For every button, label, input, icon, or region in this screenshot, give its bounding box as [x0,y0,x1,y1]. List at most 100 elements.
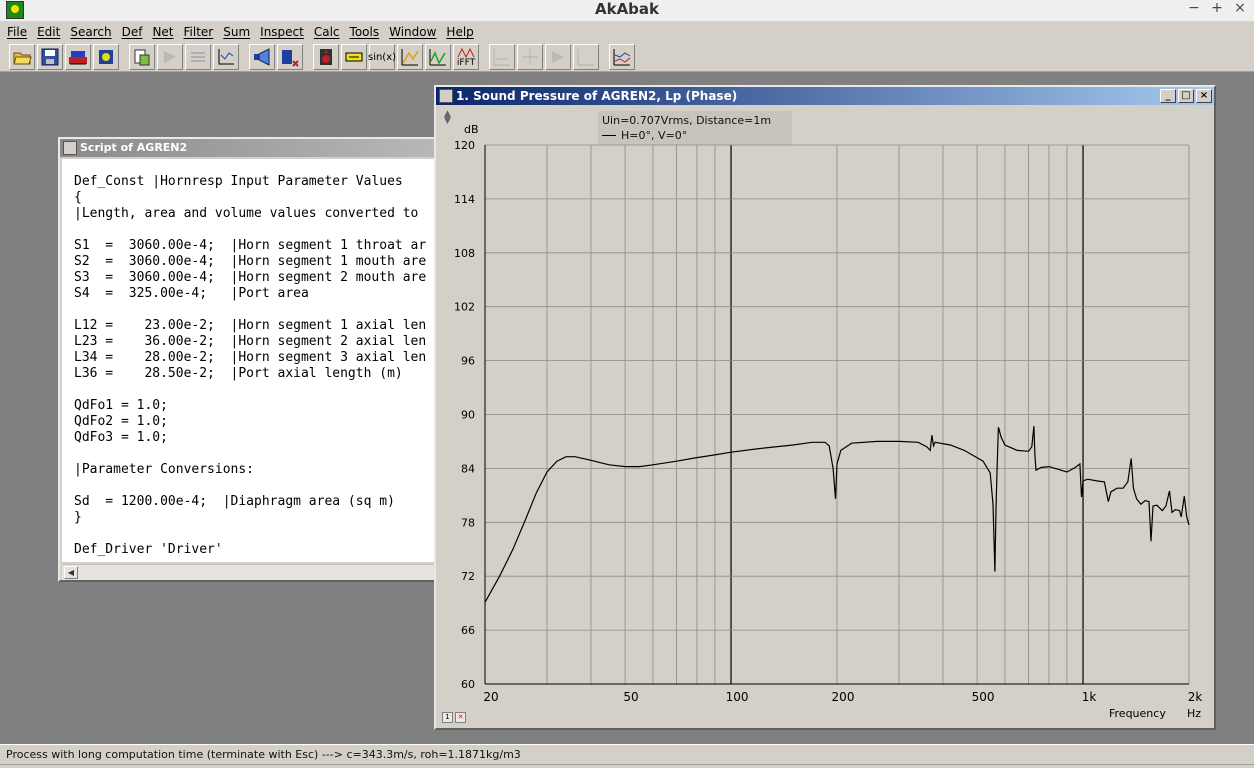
x-tick-label: 200 [832,690,855,704]
sinx-button[interactable]: sin(x) [367,44,397,70]
disabled-tool-4[interactable] [517,44,543,70]
y-tick-label: 78 [461,516,475,529]
app-titlebar: AkAbak − + × [0,0,1254,22]
menu-calc[interactable]: Calc [309,22,345,42]
horizontal-scrollbar[interactable]: ◀ [62,564,436,580]
y-tick-label: 84 [461,462,475,475]
x-tick-label: 500 [972,690,995,704]
y-tick-label: 60 [461,678,475,691]
x-tick-label: 2k [1188,690,1203,704]
plot-close-button[interactable]: × [1196,89,1212,103]
speaker-icon [320,49,332,65]
ifft-icon [457,47,475,58]
script-text[interactable]: Def_Const |Hornresp Input Parameter Valu… [74,174,436,558]
disabled-icon [191,52,205,62]
driver-button[interactable] [93,44,119,70]
status-bar: Process with long computation time (term… [0,744,1254,764]
menu-edit[interactable]: Edit [32,22,65,42]
y-tick-label: 120 [454,139,475,152]
y-tick-label: 96 [461,355,475,368]
x-tick-label: 50 [623,690,638,704]
x-tick-label: 20 [483,690,498,704]
overlay-chart-icon [613,49,631,66]
green-curve-button[interactable] [425,44,451,70]
plot-window-icon [439,89,453,103]
close-button[interactable]: × [1230,0,1250,18]
save-disk-icon [41,48,59,66]
ifft-label: iFFT [456,57,476,68]
plot-option-icon-1[interactable]: 1 [442,712,453,723]
y-tick-label: 114 [454,193,475,206]
disabled-icon [552,51,564,63]
plot-option-icon-2[interactable]: ✕ [455,712,466,723]
menu-window[interactable]: Window [384,22,441,42]
plot-area[interactable]: ▲ ▼ dB Uin=0.707Vrms, Distance=1m H=0°, V… [438,107,1212,726]
x-tick-label: 1k [1082,690,1097,704]
y-tick-label: 66 [461,624,475,637]
scroll-left-icon[interactable]: ◀ [64,566,78,579]
horn-button[interactable] [249,44,275,70]
menu-bar: File Edit Search Def Net Filter Sum Insp… [0,22,1254,42]
menu-sum[interactable]: Sum [218,22,255,42]
maximize-button[interactable]: + [1207,0,1227,18]
y-tick-label: 72 [461,570,475,583]
sinx-icon: sin(x) [367,51,397,63]
copy-script-button[interactable] [129,44,155,70]
axis-button[interactable] [213,44,239,70]
open-folder-icon [13,52,32,65]
port-icon [282,50,299,67]
chart-svg: 120 114 108 102 96 90 84 78 72 66 60 20 50 100 200 500 1… [454,139,1203,704]
menu-net[interactable]: Net [147,22,178,42]
script-window-titlebar[interactable]: Script of AGREN2 [60,139,436,157]
plot-maximize-button[interactable]: □ [1178,89,1194,103]
x-axis-label: Frequency [1109,707,1166,720]
menu-tools[interactable]: Tools [345,22,385,42]
port-button[interactable] [277,44,303,70]
curve-icon [401,49,419,66]
x-axis-unit: Hz [1187,707,1202,720]
curve-button[interactable] [397,44,423,70]
script-window-title: Script of AGREN2 [80,141,188,154]
disabled-tool-6[interactable] [573,44,599,70]
script-window-icon [63,141,77,155]
save-button[interactable] [37,44,63,70]
driver-icon [99,50,113,64]
script-editor[interactable]: Def_Const |Hornresp Input Parameter Valu… [62,159,436,562]
horn-icon [254,48,270,66]
y-tick-label: 90 [461,409,475,422]
menu-inspect[interactable]: Inspect [255,22,309,42]
run-net-icon [69,51,87,65]
script-window[interactable]: Script of AGREN2 Def_Const |Hornresp Inp… [58,137,438,582]
disabled-tool-3[interactable] [489,44,515,70]
plot-minimize-button[interactable]: _ [1160,89,1176,103]
disabled-tool-5[interactable] [545,44,571,70]
axis-icon [218,49,234,65]
menu-filter[interactable]: Filter [179,22,219,42]
disabled-tool-1[interactable] [157,44,183,70]
copy-script-icon [134,49,150,66]
menu-help[interactable]: Help [441,22,478,42]
disabled-icon [164,51,176,63]
disabled-tool-2[interactable] [185,44,211,70]
menu-file[interactable]: File [2,22,32,42]
ifft-button[interactable]: iFFT [453,44,479,70]
x-tick-label: 100 [726,690,749,704]
minimize-button[interactable]: − [1184,0,1204,18]
app-title: AkAbak [594,0,660,18]
y-tick-label: 102 [454,301,475,314]
disabled-icon [577,49,594,66]
open-button[interactable] [9,44,35,70]
filter-icon [345,52,363,62]
y-tick-label: 108 [454,247,475,260]
run-net-button[interactable] [65,44,91,70]
plot-window-titlebar[interactable]: 1. Sound Pressure of AGREN2, Lp (Phase) … [436,87,1214,105]
filter-button[interactable] [341,44,367,70]
menu-def[interactable]: Def [117,22,148,42]
plot-window[interactable]: 1. Sound Pressure of AGREN2, Lp (Phase) … [434,85,1216,730]
menu-search[interactable]: Search [65,22,116,42]
disabled-icon [493,49,510,66]
speaker-button[interactable] [313,44,339,70]
overlay-chart-button[interactable] [609,44,635,70]
disabled-icon [522,49,538,65]
bottom-strip [0,764,1254,768]
